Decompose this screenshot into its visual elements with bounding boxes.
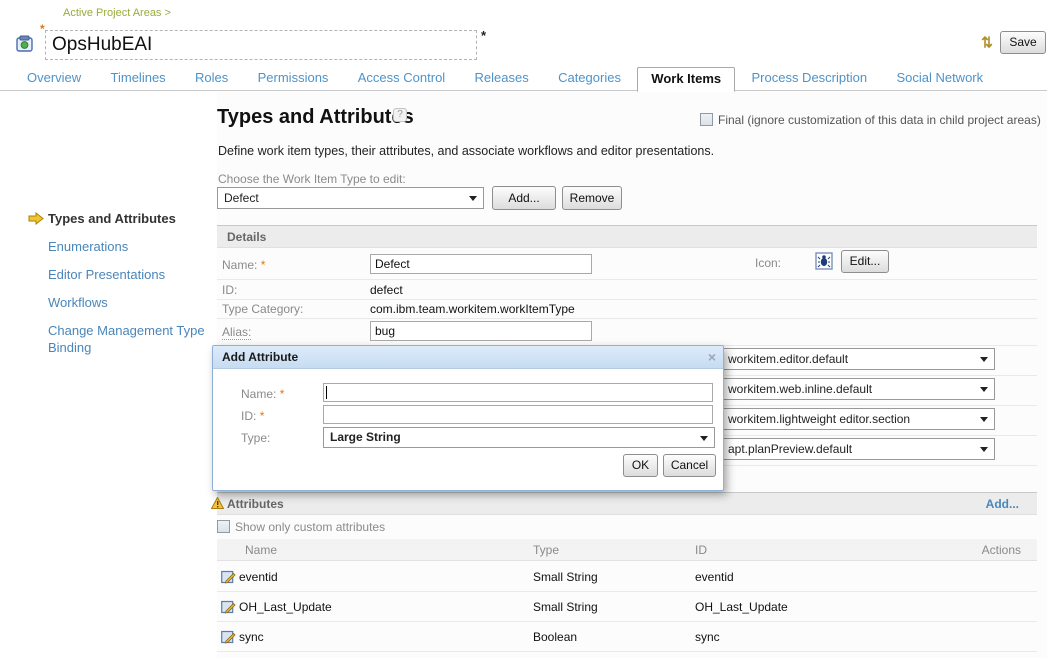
sidebar-item-enumerations[interactable]: Enumerations	[48, 238, 208, 255]
project-area-icon	[16, 35, 35, 53]
remove-type-button[interactable]: Remove	[562, 186, 622, 210]
chevron-down-icon	[980, 447, 988, 452]
attribute-icon	[221, 570, 236, 584]
choose-type-label: Choose the Work Item Type to edit:	[218, 172, 406, 186]
current-section-arrow-icon	[28, 212, 44, 225]
alias-label: Alias:	[222, 325, 251, 340]
final-checkbox[interactable]	[700, 113, 713, 126]
edit-icon-button[interactable]: Edit...	[841, 250, 889, 273]
sidebar-item-workflows[interactable]: Workflows	[48, 294, 208, 311]
alias-input[interactable]	[370, 321, 592, 341]
dialog-type-select[interactable]: Large String	[323, 427, 715, 448]
dialog-title: Add Attribute	[213, 346, 723, 369]
work-item-type-icon[interactable]	[815, 252, 833, 270]
attribute-type: Small String	[533, 570, 598, 584]
show-custom-label: Show only custom attributes	[235, 520, 385, 534]
column-actions: Actions	[982, 543, 1021, 557]
detail-row-id: ID: defect	[217, 280, 1037, 300]
save-button[interactable]: Save	[1000, 31, 1046, 54]
table-row-eventid[interactable]: eventid Small String eventid	[217, 562, 1037, 592]
column-name: Name	[245, 543, 277, 557]
attribute-name: OH_Last_Update	[239, 600, 332, 614]
tab-categories[interactable]: Categories	[545, 66, 634, 90]
pending-changes-icon: ⇄	[978, 36, 996, 49]
tab-releases[interactable]: Releases	[462, 66, 542, 90]
attribute-icon	[221, 600, 236, 614]
attribute-id: eventid	[695, 570, 734, 584]
detail-row-name: Name: * Icon: Edit...	[217, 250, 1037, 280]
unsaved-changes-marker: *	[481, 28, 486, 43]
tab-roles[interactable]: Roles	[182, 66, 241, 90]
tab-social-network[interactable]: Social Network	[883, 66, 996, 90]
sidebar-item-types-attributes[interactable]: Types and Attributes	[48, 210, 208, 227]
chevron-down-icon	[700, 436, 708, 441]
dialog-id-label: ID: *	[241, 409, 264, 423]
id-label: ID:	[222, 283, 237, 297]
type-category-value: com.ibm.team.workitem.workItemType	[370, 302, 575, 316]
ok-button[interactable]: OK	[623, 454, 658, 477]
table-row-oh-last-update[interactable]: OH_Last_Update Small String OH_Last_Upda…	[217, 592, 1037, 622]
add-type-button[interactable]: Add...	[492, 186, 556, 210]
text-cursor	[326, 386, 327, 399]
chevron-down-icon	[980, 417, 988, 422]
attribute-name: sync	[239, 630, 264, 644]
help-icon[interactable]: ?	[393, 108, 407, 122]
show-custom-checkbox[interactable]	[217, 520, 230, 533]
detail-row-alias: Alias:	[217, 319, 1037, 346]
final-checkbox-label: Final (ignore customization of this data…	[718, 113, 1041, 127]
dialog-name-input[interactable]	[323, 383, 713, 402]
warning-icon	[211, 497, 224, 509]
tab-process-description[interactable]: Process Description	[738, 66, 880, 90]
cancel-button[interactable]: Cancel	[663, 454, 716, 477]
section-description: Define work item types, their attributes…	[218, 144, 714, 158]
dialog-id-input[interactable]	[323, 405, 713, 424]
column-type: Type	[533, 543, 559, 557]
dialog-type-label: Type:	[241, 431, 270, 445]
title-required-marker: *	[40, 22, 45, 36]
chevron-down-icon	[980, 357, 988, 362]
sidebar-item-change-management-type-binding[interactable]: Change Management Type Binding	[48, 322, 208, 356]
close-icon[interactable]: ×	[708, 349, 716, 365]
table-row-sync[interactable]: sync Boolean sync	[217, 622, 1037, 652]
tab-timelines[interactable]: Timelines	[98, 66, 179, 90]
attribute-icon	[221, 630, 236, 644]
attribute-name: eventid	[239, 570, 278, 584]
tab-overview[interactable]: Overview	[14, 66, 94, 90]
show-custom-row: Show only custom attributes	[217, 520, 385, 534]
final-checkbox-row: Final (ignore customization of this data…	[700, 113, 1041, 127]
detail-row-category: Type Category: com.ibm.team.workitem.wor…	[217, 300, 1037, 319]
attribute-type: Small String	[533, 600, 598, 614]
add-attribute-dialog: Add Attribute × Name: * ID: * Type: Larg…	[212, 345, 724, 491]
attribute-id: OH_Last_Update	[695, 600, 788, 614]
project-name-field-box	[45, 30, 477, 60]
project-name-input[interactable]	[46, 31, 476, 59]
dialog-name-label: Name: *	[241, 387, 284, 401]
chevron-down-icon	[980, 387, 988, 392]
type-category-label: Type Category:	[222, 302, 303, 316]
breadcrumb[interactable]: Active Project Areas >	[63, 7, 171, 19]
admin-sidebar: Types and Attributes Enumerations Editor…	[0, 92, 217, 658]
sidebar-item-editor-presentations[interactable]: Editor Presentations	[48, 266, 208, 283]
type-name-input[interactable]	[370, 254, 592, 274]
attribute-type: Boolean	[533, 630, 577, 644]
chevron-down-icon	[469, 196, 477, 201]
add-attribute-link[interactable]: Add...	[986, 493, 1019, 515]
tab-bar: Overview Timelines Roles Permissions Acc…	[0, 66, 1047, 91]
name-label: Name: *	[222, 258, 265, 272]
column-id: ID	[695, 543, 707, 557]
icon-label: Icon:	[755, 256, 781, 270]
page-title: Types and Attributes	[217, 106, 414, 129]
attributes-table-header: Name Type ID Actions	[217, 539, 1037, 561]
tab-access-control[interactable]: Access Control	[345, 66, 458, 90]
work-item-type-select[interactable]: Defect	[217, 187, 484, 209]
tab-work-items[interactable]: Work Items	[637, 67, 735, 92]
tab-permissions[interactable]: Permissions	[245, 66, 342, 90]
project-area-admin-page: Active Project Areas > * * ⇄ Save Overvi…	[0, 0, 1047, 658]
attribute-id: sync	[695, 630, 720, 644]
id-value: defect	[370, 283, 403, 297]
details-section-header: Details	[217, 225, 1037, 248]
attributes-section-header: Attributes Add...	[217, 492, 1037, 515]
